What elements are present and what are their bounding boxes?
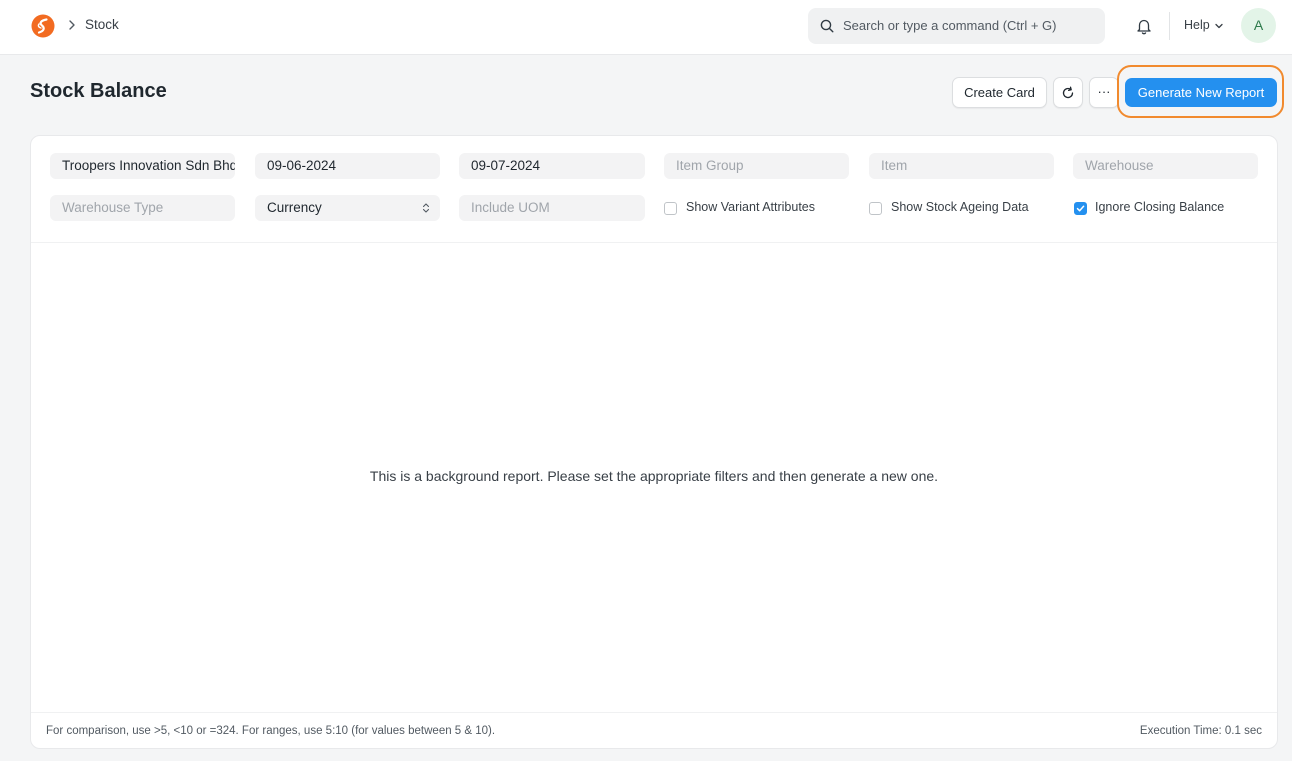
report-card: Troopers Innovation Sdn Bhd 09-06-2024 0… xyxy=(30,135,1278,749)
ignore-closing-balance-label[interactable]: Ignore Closing Balance xyxy=(1095,200,1224,214)
ignore-closing-balance-checkbox[interactable] xyxy=(1074,202,1087,215)
notification-bell-icon[interactable] xyxy=(1135,17,1153,35)
create-card-button[interactable]: Create Card xyxy=(952,77,1047,108)
refresh-icon xyxy=(1062,86,1074,99)
refresh-button[interactable] xyxy=(1053,77,1083,108)
search-icon xyxy=(820,19,834,33)
filter-hint-text: For comparison, use >5, <10 or =324. For… xyxy=(46,725,496,737)
show-variant-attributes-checkbox[interactable] xyxy=(664,202,677,215)
currency-select[interactable]: Currency xyxy=(255,195,440,221)
navbar-divider xyxy=(1169,12,1170,40)
include-uom-field[interactable]: Include UOM xyxy=(459,195,645,221)
show-stock-ageing-data-checkbox[interactable] xyxy=(869,202,882,215)
breadcrumb-chevron-icon xyxy=(69,20,75,30)
execution-time-text: Execution Time: 0.1 sec xyxy=(1139,725,1262,737)
warehouse-type-field[interactable]: Warehouse Type xyxy=(50,195,235,221)
more-dots-icon: ··· xyxy=(1097,84,1111,99)
generate-new-report-button[interactable]: Generate New Report xyxy=(1125,78,1277,107)
breadcrumb-stock[interactable]: Stock xyxy=(85,17,119,32)
warehouse-field[interactable]: Warehouse xyxy=(1073,153,1258,179)
footer-divider xyxy=(31,712,1277,713)
from-date-field[interactable]: 09-06-2024 xyxy=(255,153,440,179)
item-field[interactable]: Item xyxy=(869,153,1054,179)
navbar: Stock Search or type a command (Ctrl + G… xyxy=(0,0,1292,55)
search-placeholder: Search or type a command (Ctrl + G) xyxy=(843,18,1057,33)
item-group-field[interactable]: Item Group xyxy=(664,153,849,179)
search-bar[interactable]: Search or type a command (Ctrl + G) xyxy=(808,8,1105,44)
currency-select-value: Currency xyxy=(267,200,322,215)
help-menu[interactable]: Help xyxy=(1184,18,1210,32)
user-avatar[interactable]: A xyxy=(1241,8,1276,43)
select-arrows-icon xyxy=(422,203,430,213)
company-field[interactable]: Troopers Innovation Sdn Bhd xyxy=(50,153,235,179)
checkmark-icon xyxy=(1076,205,1085,212)
chevron-down-icon[interactable] xyxy=(1214,22,1224,30)
page-title: Stock Balance xyxy=(30,80,167,102)
show-variant-attributes-label[interactable]: Show Variant Attributes xyxy=(686,200,815,214)
filters-divider xyxy=(31,242,1277,243)
show-stock-ageing-data-label[interactable]: Show Stock Ageing Data xyxy=(891,200,1029,214)
empty-report-message: This is a background report. Please set … xyxy=(369,468,939,484)
more-actions-button[interactable]: ··· xyxy=(1089,77,1119,108)
app-logo-icon[interactable] xyxy=(31,14,55,38)
to-date-field[interactable]: 09-07-2024 xyxy=(459,153,645,179)
